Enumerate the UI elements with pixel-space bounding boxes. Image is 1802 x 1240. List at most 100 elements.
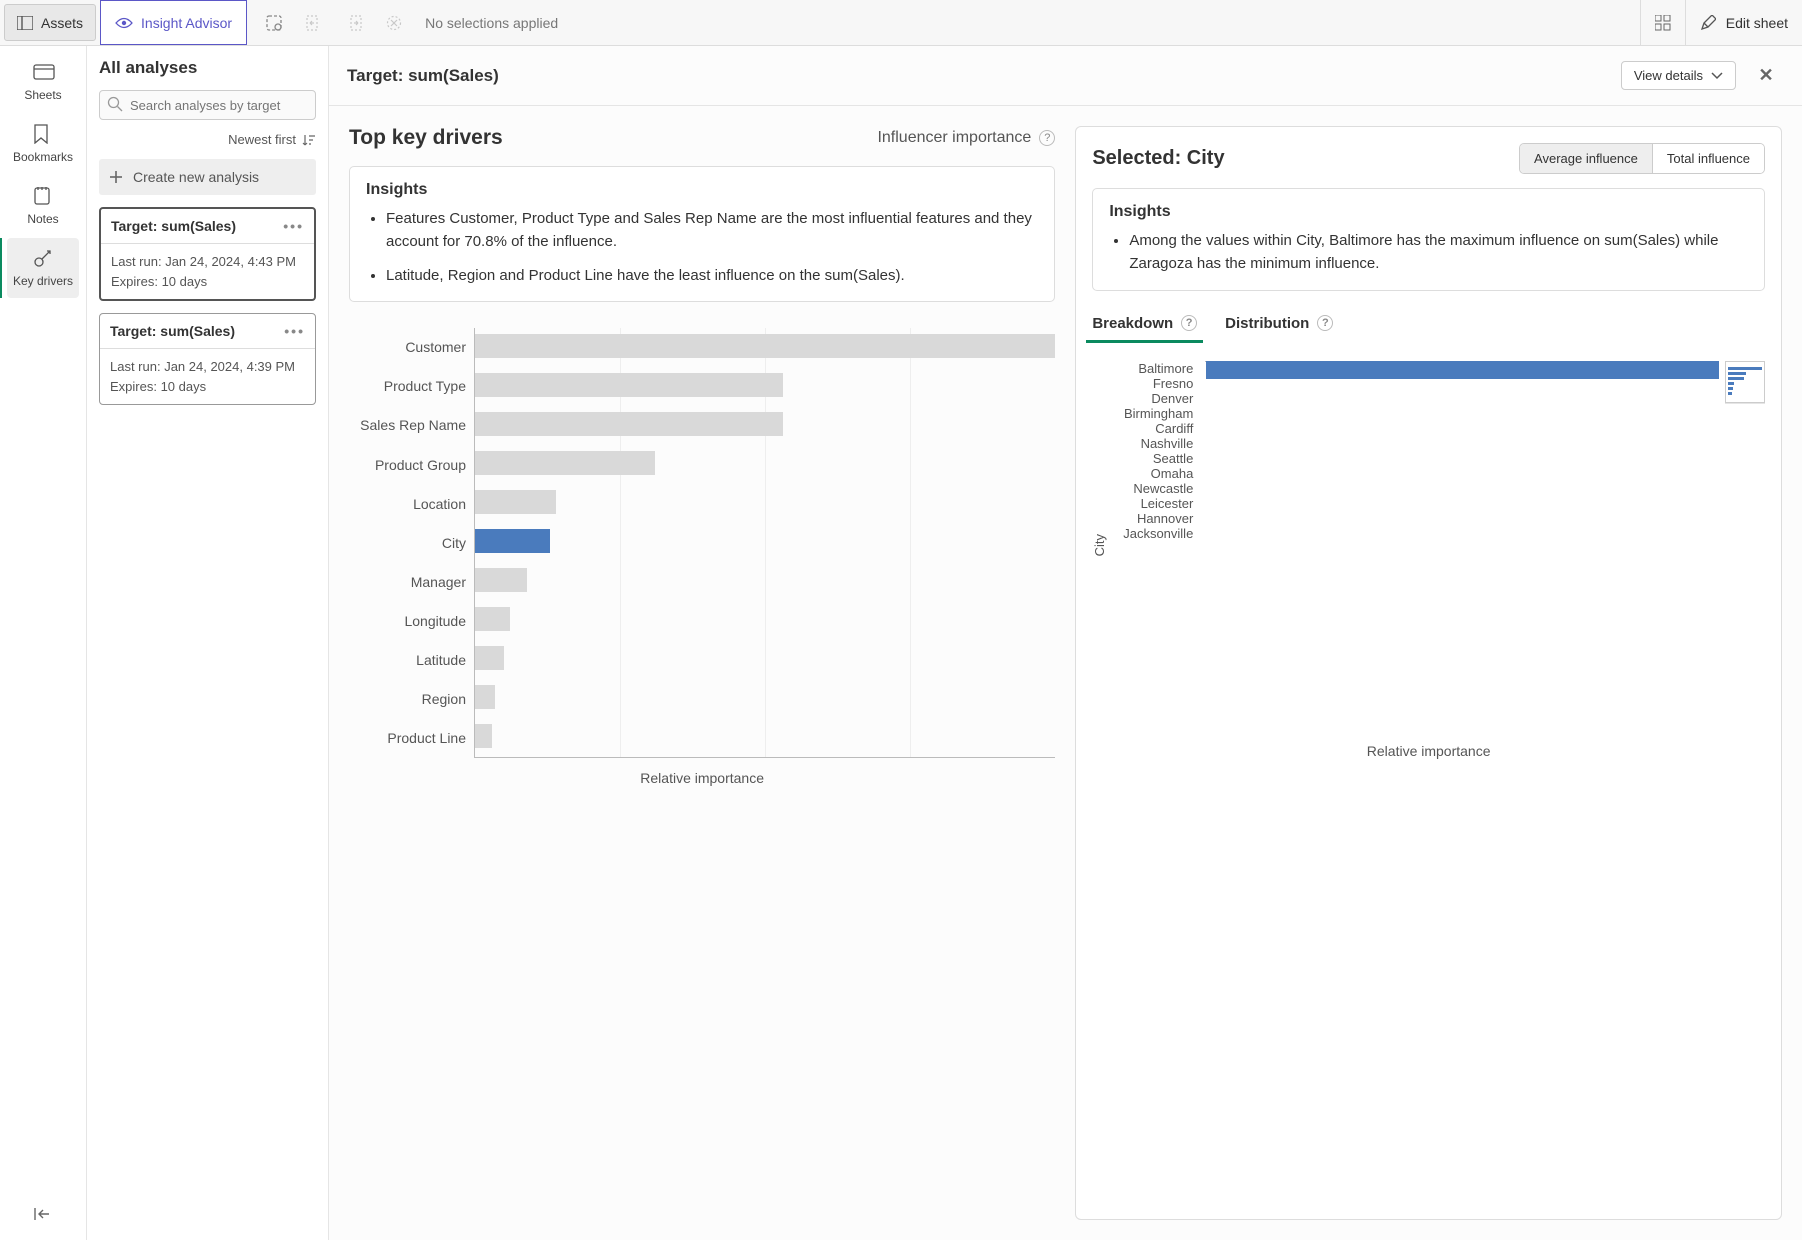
pencil-icon [1700,15,1716,31]
chart-x-axis-label: Relative importance [349,770,1055,786]
chart-bar[interactable] [475,724,492,748]
key-drivers-title: Top key drivers [349,126,503,150]
chart-bar[interactable] [475,373,783,397]
chart-category-label: Product Type [349,367,474,406]
insight-item: Features Customer, Product Type and Sale… [386,207,1038,254]
chart-bar[interactable] [475,490,556,514]
chart-category-label: City [349,523,474,562]
selected-driver-panel: Selected: City Average influence Total i… [1075,126,1782,1220]
smart-select-icon[interactable] [265,14,283,32]
collapse-rail-button[interactable] [33,1206,53,1222]
card-last-run: Last run: Jan 24, 2024, 4:43 PM [111,252,304,272]
chart-category-label: Birmingham [1113,406,1199,421]
insight-item: Latitude, Region and Product Line have t… [386,264,1038,287]
rail-notes[interactable]: Notes [7,176,79,236]
assets-button[interactable]: Assets [4,4,96,41]
insights-box: Insights Features Customer, Product Type… [349,166,1055,302]
view-details-button[interactable]: View details [1621,61,1736,90]
key-drivers-panel: Top key drivers Influencer importance ? … [349,126,1055,1220]
more-icon[interactable]: ••• [283,218,304,234]
chart-category-label: Omaha [1113,466,1199,481]
chart-bar[interactable] [1206,361,1221,379]
help-icon[interactable]: ? [1181,315,1197,331]
selected-prefix: Selected: [1092,147,1186,169]
key-drivers-chart[interactable]: CustomerProduct TypeSales Rep NameProduc… [349,318,1055,1220]
rail-key-drivers-label: Key drivers [13,274,73,288]
insight-label: Insight Advisor [141,15,232,31]
step-back-icon[interactable] [305,14,323,32]
content-area: Target: sum(Sales) View details ✕ Top ke… [329,46,1802,1240]
create-analysis-label: Create new analysis [133,169,259,185]
chevron-down-icon [1711,72,1723,80]
step-forward-icon[interactable] [345,14,363,32]
breakdown-tabs: Breakdown ? Distribution ? [1092,309,1765,343]
chart-category-label: Region [349,680,474,719]
selected-value: City [1187,147,1225,169]
analysis-card[interactable]: Target: sum(Sales) ••• Last run: Jan 24,… [99,207,316,301]
influence-toggle: Average influence Total influence [1519,143,1765,174]
close-button[interactable]: ✕ [1748,58,1784,94]
layout-grid-button[interactable] [1640,0,1685,45]
edit-sheet-button[interactable]: Edit sheet [1685,0,1802,45]
chart-category-label: Newcastle [1113,481,1199,496]
tab-breakdown[interactable]: Breakdown ? [1092,309,1197,342]
chart-x-axis-label: Relative importance [1092,743,1765,759]
chart-bar[interactable] [475,685,495,709]
rail-bookmarks-label: Bookmarks [13,150,73,164]
chart-category-label: Leicester [1113,496,1199,511]
chart-category-label: Location [349,484,474,523]
panel-icon [17,16,33,30]
bookmark-icon [33,124,53,144]
key-drivers-icon [33,248,53,268]
chart-bar[interactable] [475,607,510,631]
help-icon[interactable]: ? [1317,315,1333,331]
search-input[interactable] [99,90,316,120]
chart-bar[interactable] [475,529,550,553]
eye-icon [115,16,133,30]
analysis-card[interactable]: Target: sum(Sales) ••• Last run: Jan 24,… [99,313,316,405]
chart-category-label: Baltimore [1113,361,1199,376]
rail-sheets-label: Sheets [24,88,61,102]
top-toolbar: Assets Insight Advisor No selections app… [0,0,1802,46]
rail-key-drivers[interactable]: Key drivers [7,238,79,298]
chart-category-label: Hannover [1113,511,1199,526]
chart-bar[interactable] [475,568,527,592]
clear-selections-icon[interactable] [385,14,403,32]
more-icon[interactable]: ••• [284,323,305,339]
insights-heading: Insights [366,181,1038,199]
assets-label: Assets [41,15,83,31]
chart-category-label: Product Line [349,719,474,758]
rail-notes-label: Notes [27,212,58,226]
chart-category-label: Cardiff [1113,421,1199,436]
insights-box: Insights Among the values within City, B… [1092,188,1765,291]
insight-advisor-button[interactable]: Insight Advisor [100,0,247,45]
selection-tools-group: No selections applied [247,0,576,45]
view-details-label: View details [1634,68,1703,83]
breakdown-chart[interactable]: City BaltimoreFresnoDenverBirminghamCard… [1092,357,1765,1210]
chart-category-label: Denver [1113,391,1199,406]
notes-icon [33,186,53,206]
create-analysis-button[interactable]: Create new analysis [99,159,316,195]
analyses-panel: All analyses Newest first Create new ana… [87,46,329,1240]
chart-bar[interactable] [475,412,783,436]
chart-category-label: Product Group [349,445,474,484]
influencer-importance-label: Influencer importance [877,129,1031,147]
chart-bar[interactable] [475,334,1055,358]
help-icon[interactable]: ? [1039,130,1055,146]
chart-bar[interactable] [475,451,655,475]
no-selections-text: No selections applied [425,15,558,31]
chart-scrollbar[interactable] [1725,361,1765,404]
tab-distribution[interactable]: Distribution ? [1225,309,1333,342]
rail-sheets[interactable]: Sheets [7,52,79,112]
rail-bookmarks[interactable]: Bookmarks [7,114,79,174]
chart-category-label: Fresno [1113,376,1199,391]
sort-label[interactable]: Newest first [228,132,296,147]
insight-item: Among the values within City, Baltimore … [1129,229,1748,276]
plus-icon [109,170,123,184]
avg-influence-toggle[interactable]: Average influence [1520,144,1652,173]
chart-category-label: Longitude [349,601,474,640]
sort-icon[interactable] [302,133,316,147]
total-influence-toggle[interactable]: Total influence [1652,144,1764,173]
chart-bar[interactable] [475,646,504,670]
edit-sheet-label: Edit sheet [1726,15,1788,31]
